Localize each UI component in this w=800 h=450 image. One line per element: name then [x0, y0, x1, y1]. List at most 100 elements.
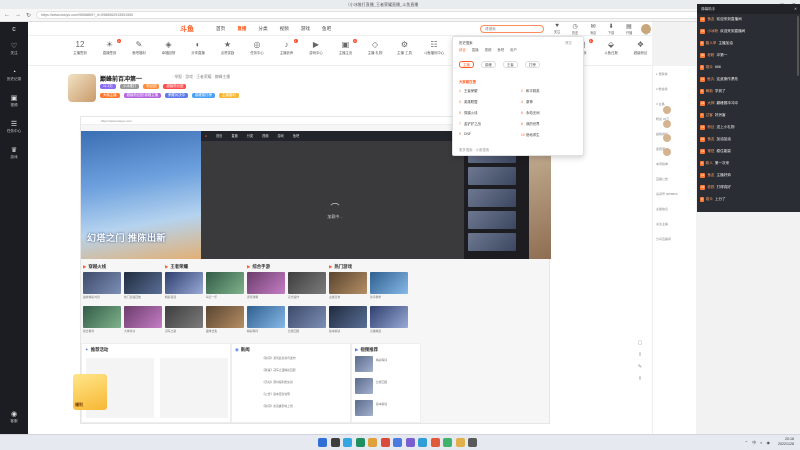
- room-tag-4[interactable]: 主播福利: [218, 93, 239, 98]
- back-icon[interactable]: ←: [4, 12, 10, 18]
- taskbar-app-icon[interactable]: [455, 438, 465, 447]
- hot-search-item-0[interactable]: 1 王者荣耀: [459, 88, 519, 93]
- game-banner[interactable]: 幻塔之门 推陈出新: [81, 131, 201, 259]
- sidebar-item-1[interactable]: ◔ 历史记录: [0, 62, 28, 88]
- inner-nav-4[interactable]: 游戏: [277, 134, 283, 138]
- taskbar-app-icon[interactable]: [368, 438, 377, 447]
- video-thumb[interactable]: [370, 306, 408, 328]
- inner-video[interactable]: ⌒ 加载中...: [201, 141, 464, 259]
- header-icon-2[interactable]: ✉ 消息: [586, 23, 600, 35]
- rank-avatar[interactable]: [663, 134, 671, 142]
- taskbar-app-icon[interactable]: [380, 438, 390, 447]
- chat-scrollbar[interactable]: [797, 16, 799, 76]
- feature-item-6[interactable]: ◎ 任务中心: [245, 40, 269, 55]
- video-thumb[interactable]: [206, 306, 244, 328]
- header-icon-3[interactable]: ⬇ 下载: [604, 23, 618, 35]
- nav-link-1[interactable]: 直播: [237, 26, 246, 32]
- sidebar-item-service[interactable]: ◉ 客服: [0, 404, 28, 430]
- tray-icon-0[interactable]: ⌃: [745, 440, 748, 446]
- sidebar-line-8[interactable]: 房间号 9658869: [656, 192, 696, 196]
- strip-thumb[interactable]: [468, 189, 516, 207]
- sidebar-item-3[interactable]: ☰ 任务中心: [0, 114, 28, 140]
- sidebar-line-5[interactable]: 贵宾席: [656, 147, 696, 151]
- feature-item-4[interactable]: ◐ 分享直播: [186, 40, 210, 55]
- site-logo[interactable]: 斗鱼: [180, 24, 216, 34]
- video-thumb[interactable]: [247, 306, 285, 328]
- tray-icon-3[interactable]: ◉: [767, 440, 771, 446]
- header-icon-0[interactable]: ♥ 关注: [550, 23, 564, 35]
- hot-search-item-3[interactable]: 4 原神: [521, 99, 581, 104]
- taskbar-app-icon[interactable]: [468, 438, 477, 447]
- feature-item-19[interactable]: ❖ 超级粉丝: [629, 40, 653, 55]
- reload-icon[interactable]: ↻: [26, 12, 31, 19]
- section-title-3[interactable]: ▶ 热门游戏: [329, 264, 352, 270]
- share-icon[interactable]: ⇪: [636, 352, 644, 360]
- rank-avatar[interactable]: [663, 148, 671, 156]
- room-meta-2[interactable]: 粉丝团: [143, 84, 160, 89]
- news-line[interactable]: 【活动】限时福利抢先领: [262, 380, 348, 384]
- search-tab-0[interactable]: 综合: [459, 47, 466, 52]
- room-meta-3[interactable]: 超级粉丝团: [163, 84, 187, 89]
- clear-history-button[interactable]: 清空: [565, 40, 572, 45]
- chat-username[interactable]: 老粉: [707, 53, 714, 57]
- video-rec-thumb[interactable]: [355, 378, 373, 394]
- system-clock[interactable]: 20:16 2022/1/28: [778, 437, 794, 447]
- chat-username[interactable]: 鱼友: [707, 17, 714, 21]
- chat-close-icon[interactable]: ✕: [794, 4, 797, 14]
- search-tab-2[interactable]: 视频: [485, 47, 492, 52]
- sidebar-line-6[interactable]: 本周榜单: [656, 162, 696, 166]
- user-avatar[interactable]: [641, 24, 651, 34]
- inner-nav-2[interactable]: 分类: [247, 134, 253, 138]
- hot-search-item-7[interactable]: 8 我的世界: [521, 121, 581, 126]
- feature-item-18[interactable]: ⬙ 斗鱼日报: [599, 40, 623, 55]
- feature-item-9[interactable]: ▣ 主播主页 3: [334, 39, 358, 55]
- feature-item-2[interactable]: ✎ 鱼吧福利: [127, 40, 151, 55]
- search-chip-3[interactable]: 打榜: [525, 61, 540, 68]
- live-player[interactable]: https://www.douyu.com 幻塔之门 推陈出新 ● 首页 直播 分类视…: [28, 108, 652, 434]
- chat-username[interactable]: 鱼友: [707, 173, 714, 177]
- chat-username[interactable]: 常驻: [707, 149, 714, 153]
- chat-username[interactable]: 大神: [707, 101, 714, 105]
- rank-avatar[interactable]: [663, 106, 671, 114]
- inner-nav-3[interactable]: 视频: [262, 134, 268, 138]
- sidebar-line-10[interactable]: 关注主播: [656, 222, 696, 226]
- room-tag-0[interactable]: 大咖主播: [100, 93, 120, 98]
- video-thumb[interactable]: [247, 272, 285, 294]
- sidebar-line-4[interactable]: 巅峰排行: [656, 132, 696, 136]
- hot-search-item-8[interactable]: 9 DNF: [459, 132, 519, 136]
- tray-icon-1[interactable]: 中: [752, 440, 756, 446]
- taskbar-app-icon[interactable]: [443, 438, 452, 447]
- video-thumb[interactable]: [288, 272, 326, 294]
- chat-username[interactable]: 小冰粉: [707, 29, 718, 33]
- video-thumb[interactable]: [83, 306, 121, 328]
- section-title-0[interactable]: ▶ 穿越火线: [83, 264, 106, 270]
- video-thumb[interactable]: [124, 306, 162, 328]
- video-thumb[interactable]: [165, 272, 203, 294]
- video-thumb[interactable]: [329, 272, 367, 294]
- feature-item-3[interactable]: ◈ 幸福回馈: [157, 40, 181, 55]
- fullscreen-icon[interactable]: ▢: [636, 340, 644, 348]
- feedback-icon[interactable]: ✎: [636, 364, 644, 372]
- hot-search-item-1[interactable]: 2 和平精英: [521, 88, 581, 93]
- nav-link-0[interactable]: 首页: [216, 26, 225, 32]
- room-tag-3[interactable]: 巅峰赛打榜: [191, 93, 215, 98]
- chat-username[interactable]: 鱼友: [707, 137, 714, 141]
- feature-item-12[interactable]: ☷ 斗鱼福利中心: [422, 40, 446, 55]
- nav-link-4[interactable]: 游戏: [301, 26, 310, 32]
- strip-thumb[interactable]: [468, 211, 516, 229]
- search-input[interactable]: 请搜索: [480, 25, 544, 33]
- sidebar-item-2[interactable]: ▣ 视频: [0, 88, 28, 114]
- news-line[interactable]: 【公告】版本更新说明: [262, 392, 348, 396]
- sidebar-line-3[interactable]: 粉丝 33万: [656, 117, 696, 121]
- chat-username[interactable]: 老铁: [707, 185, 714, 189]
- inner-nav-0[interactable]: 首页: [216, 134, 222, 138]
- video-thumb[interactable]: [329, 306, 367, 328]
- dropdown-footer[interactable]: 更多搜索 · 斗鱼搜索: [459, 147, 489, 152]
- search-chip-1[interactable]: 巅峰: [481, 61, 496, 68]
- video-rec-thumb[interactable]: [355, 356, 373, 372]
- strip-thumb[interactable]: [468, 167, 516, 185]
- search-tab-1[interactable]: 直播: [472, 47, 479, 52]
- feature-item-5[interactable]: ★ 点赞奖励: [216, 40, 240, 55]
- room-tag-1[interactable]: 超级粉丝团 巅峰主播: [123, 93, 162, 98]
- feature-item-10[interactable]: ◇ 主播·礼物: [363, 40, 387, 55]
